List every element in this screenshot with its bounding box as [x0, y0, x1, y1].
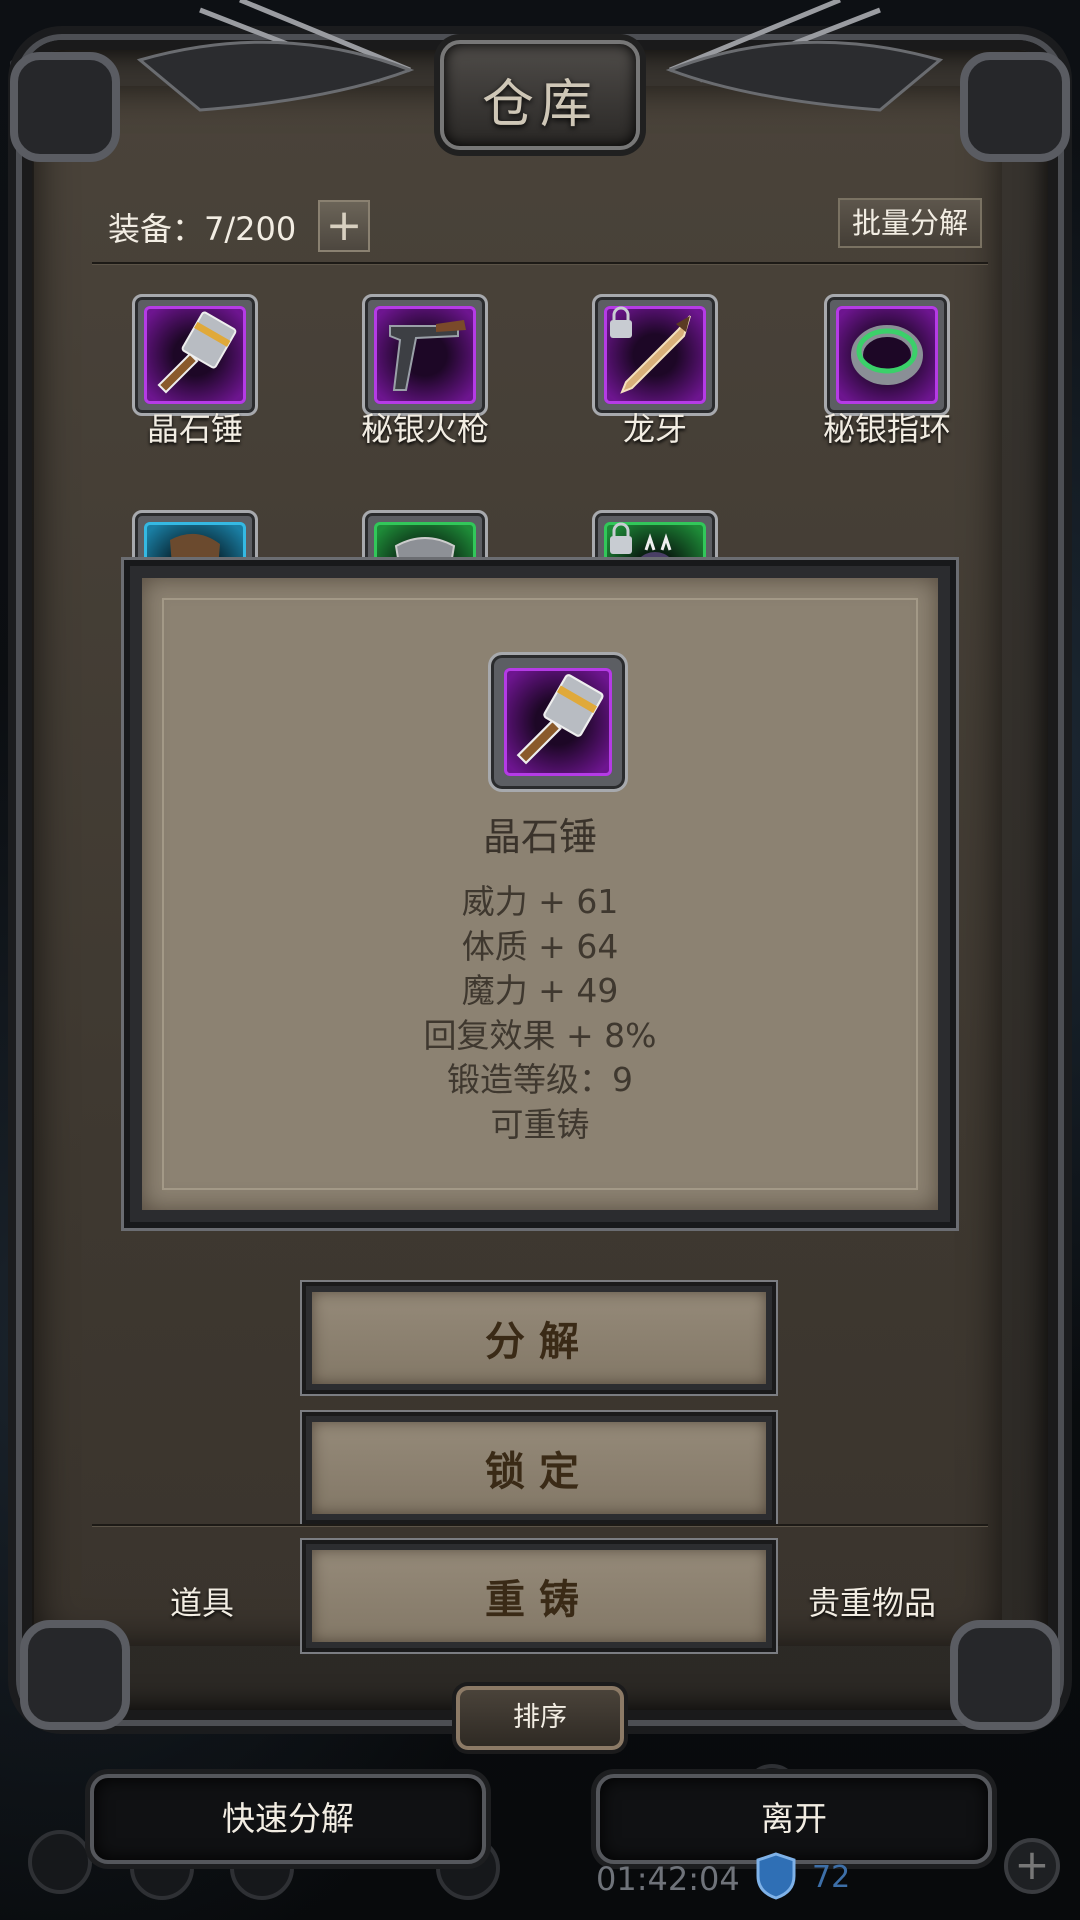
item-label: 晶石锤	[146, 410, 243, 448]
item-slot[interactable]	[132, 294, 258, 416]
timer: 01:42:04	[596, 1860, 740, 1898]
hammer-icon	[157, 311, 237, 394]
musket-icon	[389, 320, 466, 391]
stat-constitution: 体质 + 64	[461, 926, 619, 966]
sort-button[interactable]: 排序	[456, 1686, 624, 1750]
stat-reforgeable: 可重铸	[490, 1104, 590, 1144]
batch-decompose-button[interactable]: 批量分解	[838, 198, 982, 248]
frame-corner	[20, 1620, 130, 1730]
item-detail-popup: 晶石锤 威力 + 61 体质 + 64 魔力 + 49 回复效果 + 8% 锻造…	[124, 560, 956, 1228]
shield-icon	[756, 1852, 796, 1900]
item-label: 秘银火枪	[360, 410, 489, 448]
divider	[92, 1524, 988, 1526]
reforge-button[interactable]: 重铸	[302, 1540, 776, 1652]
tab-valuables[interactable]: 贵重物品	[808, 1578, 936, 1624]
stat-power: 威力 + 61	[461, 882, 619, 921]
detail-item-slot	[488, 652, 628, 792]
frame-corner	[10, 52, 120, 162]
stat-forge-level: 锻造等级：9	[447, 1060, 633, 1099]
lock-button[interactable]: 锁定	[302, 1412, 776, 1524]
item-slot[interactable]	[362, 294, 488, 416]
plus-icon: +	[325, 200, 363, 251]
equipment-count: 装备：7/200	[108, 210, 297, 248]
lock-icon	[610, 306, 632, 338]
shield-count: 72	[812, 1860, 851, 1895]
item-label: 秘银指环	[822, 410, 951, 448]
add-icon[interactable]: +	[1004, 1838, 1060, 1894]
item-slot[interactable]	[824, 294, 950, 416]
decompose-button[interactable]: 分解	[302, 1282, 776, 1394]
detail-item-name: 晶石锤	[482, 815, 597, 859]
ring-icon	[851, 325, 923, 385]
quick-decompose-button[interactable]: 快速分解	[90, 1774, 486, 1864]
item-slot[interactable]	[592, 294, 718, 416]
lock-icon	[610, 522, 632, 554]
stat-recovery: 回复效果 + 8%	[423, 1015, 657, 1055]
divider	[92, 262, 988, 264]
frame-corner	[960, 52, 1070, 162]
stat-magic: 魔力 + 49	[461, 971, 619, 1010]
expand-capacity-button[interactable]: +	[318, 200, 370, 252]
tab-items[interactable]: 道具	[170, 1578, 234, 1624]
hammer-icon	[516, 674, 604, 765]
frame-corner	[950, 1620, 1060, 1730]
detail-stats: 威力 + 61 体质 + 64 魔力 + 49 回复效果 + 8% 锻造等级：9…	[142, 880, 938, 1147]
panel-title: 仓库	[481, 75, 598, 135]
item-label: 龙牙	[622, 410, 687, 448]
settings-gear-icon	[28, 1830, 92, 1894]
